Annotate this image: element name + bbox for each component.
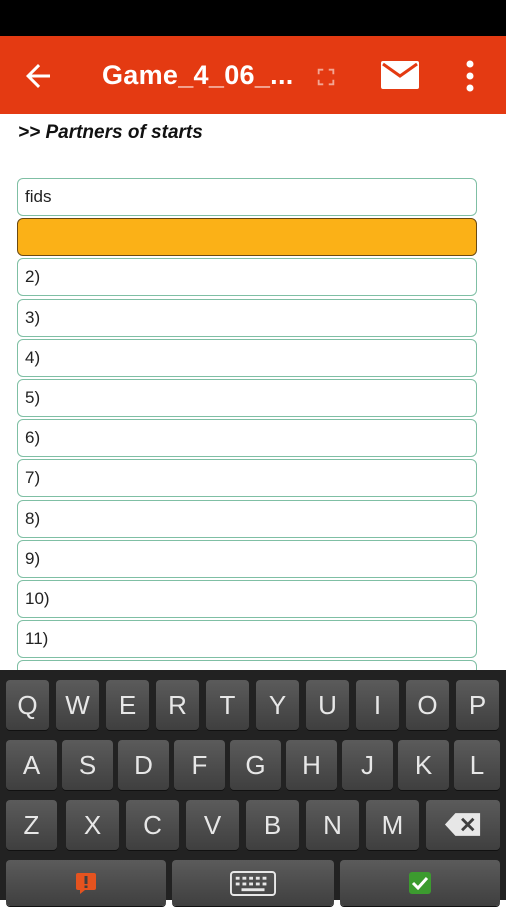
backspace-key[interactable] <box>426 800 500 850</box>
list-item[interactable]: 7) <box>17 459 477 498</box>
app-title: Game_4_06_... <box>102 60 294 90</box>
key-p[interactable]: P <box>456 680 499 730</box>
partner-list: fids 2) 3) 4) 5) 6) 7) 8) 9) 10) 11) <box>17 178 477 700</box>
key-z[interactable]: Z <box>6 800 57 850</box>
key-j[interactable]: J <box>342 740 393 790</box>
back-arrow-icon[interactable] <box>20 58 56 94</box>
key-g[interactable]: G <box>230 740 281 790</box>
list-item[interactable]: 2) <box>17 258 477 297</box>
list-item[interactable]: 10) <box>17 579 477 618</box>
keyboard-row-3: Z X C V B N M <box>0 800 506 852</box>
list-item[interactable]: 8) <box>17 499 477 538</box>
mail-icon[interactable] <box>380 60 420 90</box>
app-bar: Game_4_06_... <box>0 36 506 114</box>
key-i[interactable]: I <box>356 680 399 730</box>
key-u[interactable]: U <box>306 680 349 730</box>
help-key[interactable] <box>6 860 166 906</box>
list-item[interactable]: 9) <box>17 539 477 578</box>
key-a[interactable]: A <box>6 740 57 790</box>
expand-icon[interactable] <box>315 66 337 88</box>
key-d[interactable]: D <box>118 740 169 790</box>
key-b[interactable]: B <box>246 800 299 850</box>
keyboard-row-2: A S D F G H J K L <box>0 740 506 792</box>
key-e[interactable]: E <box>106 680 149 730</box>
done-key[interactable] <box>340 860 500 906</box>
key-w[interactable]: W <box>56 680 99 730</box>
key-c[interactable]: C <box>126 800 179 850</box>
list-item[interactable]: 4) <box>17 338 477 377</box>
key-k[interactable]: K <box>398 740 449 790</box>
key-l[interactable]: L <box>454 740 500 790</box>
key-n[interactable]: N <box>306 800 359 850</box>
keyboard-row-1: Q W E R T Y U I O P <box>0 680 506 732</box>
status-bar <box>0 0 506 36</box>
key-q[interactable]: Q <box>6 680 49 730</box>
section-heading: >> Partners of starts <box>18 122 203 143</box>
key-h[interactable]: H <box>286 740 337 790</box>
key-r[interactable]: R <box>156 680 199 730</box>
check-icon <box>409 872 431 894</box>
list-item[interactable]: 3) <box>17 298 477 337</box>
list-item-active[interactable] <box>17 218 477 257</box>
backspace-icon <box>444 813 481 836</box>
key-x[interactable]: X <box>66 800 119 850</box>
keyboard-switch-key[interactable] <box>172 860 334 906</box>
keyboard: Q W E R T Y U I O P A S D F G H J K L Z … <box>0 670 506 906</box>
key-v[interactable]: V <box>186 800 239 850</box>
keyboard-icon <box>230 871 276 896</box>
more-vert-icon[interactable] <box>458 56 482 96</box>
keyboard-row-bottom <box>0 860 506 912</box>
key-o[interactable]: O <box>406 680 449 730</box>
key-f[interactable]: F <box>174 740 225 790</box>
list-item[interactable]: fids <box>17 178 477 216</box>
list-item[interactable]: 5) <box>17 378 477 417</box>
key-m[interactable]: M <box>366 800 419 850</box>
key-y[interactable]: Y <box>256 680 299 730</box>
list-item[interactable]: 11) <box>17 620 477 659</box>
list-item[interactable]: 6) <box>17 419 477 458</box>
key-t[interactable]: T <box>206 680 249 730</box>
help-icon <box>76 873 96 894</box>
key-s[interactable]: S <box>62 740 113 790</box>
